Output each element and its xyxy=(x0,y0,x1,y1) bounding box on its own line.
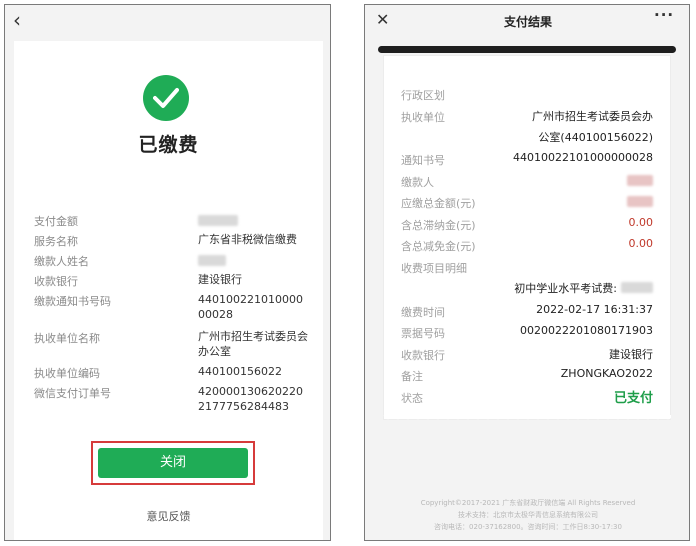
receipt-edge xyxy=(383,415,671,425)
receipt-label: 缴款人 xyxy=(401,176,434,189)
receipt-label: 行政区划 xyxy=(401,89,445,102)
receipt-label: 缴费时间 xyxy=(401,306,445,319)
receipt-value: 0020022201080171903 xyxy=(520,324,653,337)
receipt-value: 公室(440100156022) xyxy=(538,131,653,144)
row-label: 微信支付订单号 xyxy=(34,387,111,400)
receipt-label: 通知书号 xyxy=(401,154,445,167)
receipt-value: 44010022101000000028 xyxy=(513,151,653,164)
receipt-label: 含总滞纳金(元) xyxy=(401,219,476,232)
close-button[interactable]: 关闭 xyxy=(98,448,248,478)
back-arrow-icon[interactable]: ‹ xyxy=(13,10,21,30)
status-badge: 已支付 xyxy=(613,391,653,406)
row-label: 执收单位编码 xyxy=(34,367,100,380)
row-label: 服务名称 xyxy=(34,235,78,248)
footer-copyright: Copyright©2017-2021 广东省财政厅微信端 All Rights… xyxy=(420,499,636,507)
row-label: 缴款人姓名 xyxy=(34,255,89,268)
footer-contact: 咨询电话：020-37162800。咨询时间：工作日8:30-17:30 xyxy=(434,523,622,531)
row-value: 广州市招生考试委员会办公室 xyxy=(198,330,308,358)
row-label: 缴款通知书号码 xyxy=(34,295,111,308)
receipt-label: 执收单位 xyxy=(401,111,445,124)
receipt-label: 收款银行 xyxy=(401,349,445,362)
receipt-value-blurred xyxy=(627,173,653,186)
receipt-value-blurred xyxy=(627,194,653,207)
receipt-value: 0.00 xyxy=(628,237,654,250)
receipt-label: 备注 xyxy=(401,370,423,383)
row-value: 建设银行 xyxy=(198,273,242,286)
receipt-value-blurred xyxy=(621,280,653,293)
receipt-value: 2022-02-17 16:31:37 xyxy=(536,303,653,316)
row-value-blurred xyxy=(198,252,318,267)
status-title: 已缴费 xyxy=(138,134,199,156)
receipt-value: 建设银行 xyxy=(609,348,653,361)
row-value: 4200001306202202177756284483 xyxy=(198,385,303,413)
row-value: 440100156022 xyxy=(198,365,282,378)
page-title: 支付结果 xyxy=(503,15,552,29)
row-label: 执收单位名称 xyxy=(34,332,100,345)
receipt-label: 收费项目明细 xyxy=(401,262,467,275)
receipt-label: 票据号码 xyxy=(401,327,445,340)
row-value: 44010022101000000028 xyxy=(198,293,303,321)
feedback-link[interactable]: 意见反馈 xyxy=(5,508,330,524)
left-phone-screen: ‹ 已缴费 支付金额 服务名称 广东省非税微信缴费 缴款人姓名 收款银行 建设银… xyxy=(4,4,331,541)
receipt-label: 应缴总金额(元) xyxy=(401,197,476,210)
receipt-label: 含总减免金(元) xyxy=(401,240,476,253)
receipt-value: ZHONGKAO2022 xyxy=(560,367,653,380)
row-label: 收款银行 xyxy=(34,275,78,288)
receipt-value: 初中学业水平考试费: xyxy=(514,282,617,295)
row-value-blurred xyxy=(198,212,318,227)
receipt-value: 广州市招生考试委员会办 xyxy=(532,110,653,123)
row-label: 支付金额 xyxy=(34,215,78,228)
more-icon[interactable]: ··· xyxy=(654,6,674,24)
receipt-slot xyxy=(378,46,676,53)
receipt-label: 状态 xyxy=(401,392,423,405)
receipt-value: 0.00 xyxy=(628,216,654,229)
success-check-icon xyxy=(143,75,189,121)
close-button-highlight: 关闭 xyxy=(91,441,255,485)
row-value: 广东省非税微信缴费 xyxy=(198,233,297,246)
footer-support: 技术支持：北京市太极华青信息系统有限公司 xyxy=(458,511,598,519)
right-phone-screen: ✕ 支付结果 ··· 行政区划 执收单位 广州市招生考试委员会办 公室(4401… xyxy=(364,4,690,541)
